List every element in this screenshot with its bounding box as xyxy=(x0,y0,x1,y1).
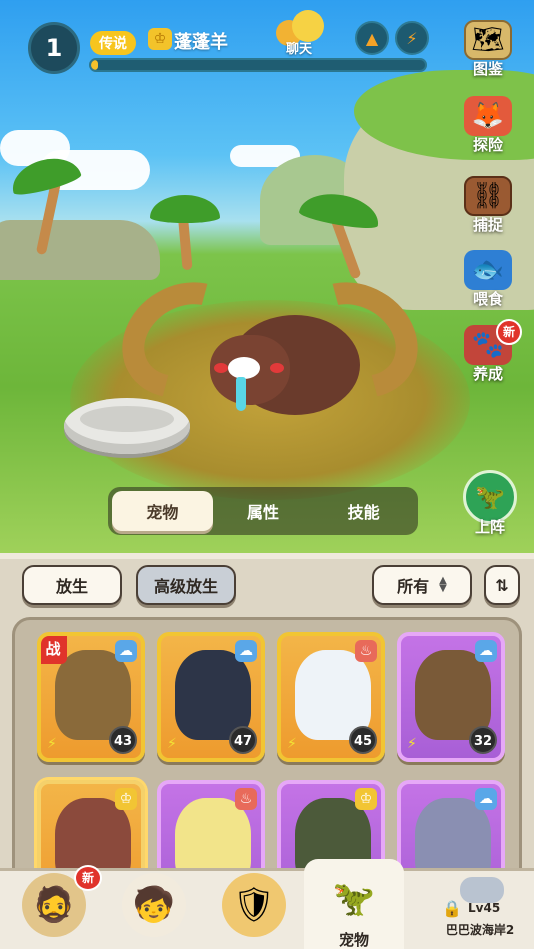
chat-label: 聊天 xyxy=(286,42,313,57)
nav-pets-label: 宠物 xyxy=(338,931,369,949)
element-icon: ♨ xyxy=(355,640,377,662)
player-name-icon: ♔ xyxy=(148,28,172,50)
bottom-nav: 🧔 新 🧒 🛡 🦖 宠物 🔒 Lv45 巴巴波海岸2 xyxy=(0,859,534,949)
ram-tear xyxy=(236,377,246,411)
tab-attributes[interactable]: 属性 xyxy=(213,491,314,531)
chat-button[interactable]: 聊天 xyxy=(276,10,330,57)
pet-card[interactable]: ♨ ⚡ 45 xyxy=(277,632,385,762)
pet-card[interactable]: ☁ ⚡ 47 xyxy=(157,632,265,762)
pet-card[interactable]: ☁ ⚡ 32 xyxy=(397,632,505,762)
trait-icon: ⚡ xyxy=(47,736,57,752)
ram-snout xyxy=(228,357,260,379)
nav-locked-area[interactable]: 🔒 Lv45 巴巴波海岸2 xyxy=(434,877,526,947)
pet-level-badge: 45 xyxy=(349,726,377,754)
nurture-new-badge: 新 xyxy=(496,319,522,345)
pet-level-badge: 32 xyxy=(469,726,497,754)
player-level-value: 1 xyxy=(45,34,63,62)
nurture-label: 养成 xyxy=(472,365,503,383)
ram-cheek xyxy=(270,363,284,373)
capture-label: 捕捉 xyxy=(472,216,503,234)
nav-character-1[interactable]: 🧔 新 xyxy=(4,865,104,949)
release-button[interactable]: 放生 xyxy=(22,565,122,605)
rank-badge: 传说 xyxy=(90,31,136,55)
pet-scene: 1 传说 ♔ 蓬蓬羊 聊天 ▲ ⚡ 🗺 图鉴 🦊 探险 ⛓ 捕捉 🐟 喂食 🐾 … xyxy=(0,0,534,553)
panel-edge xyxy=(0,553,534,559)
nav-character-3[interactable]: 🛡 xyxy=(204,865,304,949)
explore-pet-icon: 🦊 xyxy=(464,96,512,136)
xp-progress-fill xyxy=(91,60,98,70)
lock-icon: 🔒 xyxy=(442,899,462,918)
deploy-label: 上阵 xyxy=(474,518,505,536)
pet-ram-character[interactable] xyxy=(101,259,439,435)
pet-card[interactable]: ☁ 战 ⚡ 43 xyxy=(37,632,145,762)
map-icon: 🗺 xyxy=(464,20,512,60)
dropdown-arrows-icon: ▲ ▼ xyxy=(439,575,447,594)
player-level-badge[interactable]: 1 xyxy=(28,22,80,74)
sort-button[interactable]: ⇅ xyxy=(484,565,520,605)
element-icon: ☁ xyxy=(235,640,257,662)
xp-progress-bar xyxy=(89,58,427,72)
player-name: 蓬蓬羊 xyxy=(174,32,228,53)
lightning-icon: ⚡ xyxy=(406,28,418,48)
energy-button[interactable]: ⚡ xyxy=(395,21,429,55)
feed-pet-icon: 🐟 xyxy=(464,250,512,290)
explore-label: 探险 xyxy=(472,136,503,154)
element-icon: ☁ xyxy=(475,640,497,662)
advanced-release-button[interactable]: 高级放生 xyxy=(136,565,236,605)
explore-button[interactable]: 🦊 探险 xyxy=(458,96,518,156)
tab-pet[interactable]: 宠物 xyxy=(112,491,213,531)
cage-icon: ⛓ xyxy=(464,176,512,216)
trait-icon: ⚡ xyxy=(167,736,177,752)
deploy-button[interactable]: 🦖 上阵 xyxy=(460,470,520,537)
filter-dropdown[interactable]: 所有 ▲ ▼ xyxy=(372,565,472,605)
camp-icon: ▲ xyxy=(365,28,379,48)
locked-map-name: 巴巴波海岸2 xyxy=(445,923,515,937)
element-icon: ☁ xyxy=(475,788,497,810)
feed-label: 喂食 xyxy=(472,290,503,308)
pet-level-badge: 47 xyxy=(229,726,257,754)
filter-value: 所有 xyxy=(397,577,430,596)
background-rock xyxy=(0,220,160,280)
tab-skills[interactable]: 技能 xyxy=(313,491,414,531)
advanced-release-label: 高级放生 xyxy=(153,577,218,596)
element-icon: ☁ xyxy=(115,640,137,662)
codex-button[interactable]: 🗺 图鉴 xyxy=(458,20,518,80)
element-icon: ♔ xyxy=(355,788,377,810)
trait-icon: ⚡ xyxy=(287,736,297,752)
release-label: 放生 xyxy=(55,577,88,596)
hero-avatar-icon: 🧒 xyxy=(122,873,186,937)
hero-avatar-icon: 🛡 xyxy=(222,873,286,937)
locked-area-emblem xyxy=(460,877,504,903)
trait-icon: ⚡ xyxy=(407,736,417,752)
pet-level-badge: 43 xyxy=(109,726,137,754)
locked-level: Lv45 xyxy=(468,901,501,915)
camp-button[interactable]: ▲ xyxy=(355,21,389,55)
palm-leaf xyxy=(150,195,220,223)
feed-button[interactable]: 🐟 喂食 xyxy=(458,250,518,310)
capture-button[interactable]: ⛓ 捕捉 xyxy=(458,176,518,236)
pet-nav-icon: 🦖 xyxy=(322,867,386,931)
nav-new-badge: 新 xyxy=(74,865,102,891)
element-icon: ♔ xyxy=(115,788,137,810)
element-icon: ♨ xyxy=(235,788,257,810)
nurture-button[interactable]: 🐾 养成 新 xyxy=(458,319,522,385)
ram-cheek xyxy=(214,363,228,373)
pet-info-tabs: 宠物 属性 技能 xyxy=(108,487,418,535)
battle-tag: 战 xyxy=(41,636,67,664)
codex-label: 图鉴 xyxy=(472,60,503,78)
nav-pets[interactable]: 🦖 宠物 xyxy=(304,859,404,949)
nav-character-2[interactable]: 🧒 xyxy=(104,865,204,949)
sort-icon: ⇅ xyxy=(495,575,509,595)
